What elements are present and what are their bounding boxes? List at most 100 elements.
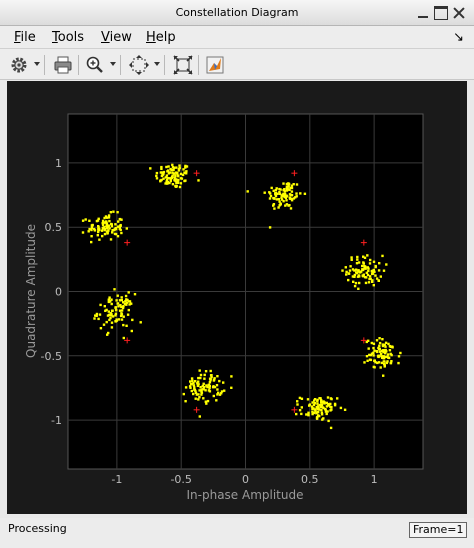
received-point <box>381 254 384 258</box>
received-point <box>283 195 286 198</box>
received-point <box>174 174 177 177</box>
received-point <box>114 306 117 309</box>
received-point <box>216 375 219 378</box>
received-point <box>357 261 361 264</box>
x-tick-labels: -1 -0.5 0 0.5 1 <box>111 473 377 486</box>
received-point <box>353 284 357 288</box>
received-point <box>120 318 124 321</box>
close-button[interactable] <box>452 6 466 20</box>
settings-dropdown-caret[interactable] <box>34 62 40 66</box>
received-point <box>105 220 108 223</box>
received-point <box>139 321 142 324</box>
received-point <box>124 299 127 303</box>
received-point <box>379 350 382 353</box>
received-point <box>111 231 114 234</box>
received-point <box>383 360 386 363</box>
received-point <box>210 374 213 377</box>
received-point <box>385 263 388 266</box>
settings-icon[interactable] <box>8 54 30 76</box>
dock-icon[interactable]: ↘ <box>453 30 464 45</box>
received-point <box>97 229 100 232</box>
received-point <box>166 177 170 180</box>
received-point <box>212 385 215 388</box>
menu-view[interactable]: View <box>101 30 132 45</box>
zoom-dropdown-caret[interactable] <box>110 62 116 66</box>
received-point <box>312 407 315 410</box>
received-point <box>356 272 359 275</box>
menu-help[interactable]: Help <box>146 30 176 45</box>
received-point <box>315 411 318 414</box>
zoom-in-icon[interactable] <box>84 54 106 76</box>
received-point <box>128 300 132 303</box>
y-tick-label: -1 <box>51 414 62 427</box>
received-point <box>343 408 347 411</box>
pan-dropdown-caret[interactable] <box>154 62 160 66</box>
received-point <box>133 293 137 296</box>
received-point <box>361 274 364 277</box>
received-point <box>178 164 181 167</box>
received-point <box>371 269 374 273</box>
title-bar: Constellation Diagram <box>0 0 474 26</box>
received-point <box>218 393 222 396</box>
received-point <box>387 342 390 346</box>
received-point <box>200 393 203 396</box>
autoscale-icon[interactable] <box>172 54 194 76</box>
received-point <box>170 168 173 172</box>
received-point <box>365 355 369 358</box>
received-point <box>323 401 326 404</box>
received-point <box>208 390 212 393</box>
received-point <box>103 232 107 236</box>
menu-file[interactable]: File <box>14 30 36 45</box>
received-point <box>375 339 379 342</box>
received-point <box>98 313 102 316</box>
received-point <box>313 398 317 401</box>
toolbar-separator <box>44 55 45 75</box>
received-point <box>397 355 401 358</box>
received-point <box>202 388 205 391</box>
received-point <box>345 273 348 276</box>
frame-counter: Frame=1 <box>409 522 467 538</box>
received-point <box>282 200 285 203</box>
print-icon[interactable] <box>52 54 74 76</box>
received-point <box>101 223 105 227</box>
received-point <box>106 314 110 317</box>
menu-tools[interactable]: Tools <box>52 30 84 45</box>
received-point <box>369 258 372 262</box>
received-point <box>376 361 379 365</box>
received-point <box>320 409 323 412</box>
received-point <box>218 379 221 383</box>
received-point <box>389 352 392 356</box>
received-point <box>166 170 169 173</box>
pan-icon[interactable] <box>128 54 150 76</box>
received-point <box>356 258 359 261</box>
received-point <box>203 373 206 377</box>
received-point <box>184 400 187 403</box>
received-point <box>246 190 249 193</box>
received-point <box>208 377 212 380</box>
received-point <box>116 302 119 305</box>
toolbar-separator <box>164 55 165 75</box>
minimize-button[interactable] <box>416 6 430 20</box>
received-point <box>350 256 353 259</box>
received-point <box>199 376 202 380</box>
x-tick-label: -0.5 <box>170 473 191 486</box>
received-point <box>167 165 170 168</box>
received-point <box>160 165 163 169</box>
received-point <box>303 192 307 195</box>
received-point <box>373 366 376 369</box>
received-point <box>191 379 194 382</box>
received-point <box>197 380 200 383</box>
received-point <box>290 199 294 202</box>
maximize-button[interactable] <box>434 6 448 20</box>
received-point <box>204 370 208 373</box>
received-point <box>318 408 321 411</box>
received-point <box>173 179 176 182</box>
received-point <box>269 194 273 198</box>
received-point <box>366 359 369 362</box>
received-point <box>102 323 106 326</box>
matlab-icon[interactable] <box>204 54 226 76</box>
received-point <box>372 346 375 350</box>
constellation-plot[interactable]: -1 -0.5 0 0.5 1 1 0.5 0 -0.5 -1 In-phase Amplitu… <box>7 81 467 514</box>
received-point <box>108 300 111 303</box>
received-point <box>104 309 107 312</box>
